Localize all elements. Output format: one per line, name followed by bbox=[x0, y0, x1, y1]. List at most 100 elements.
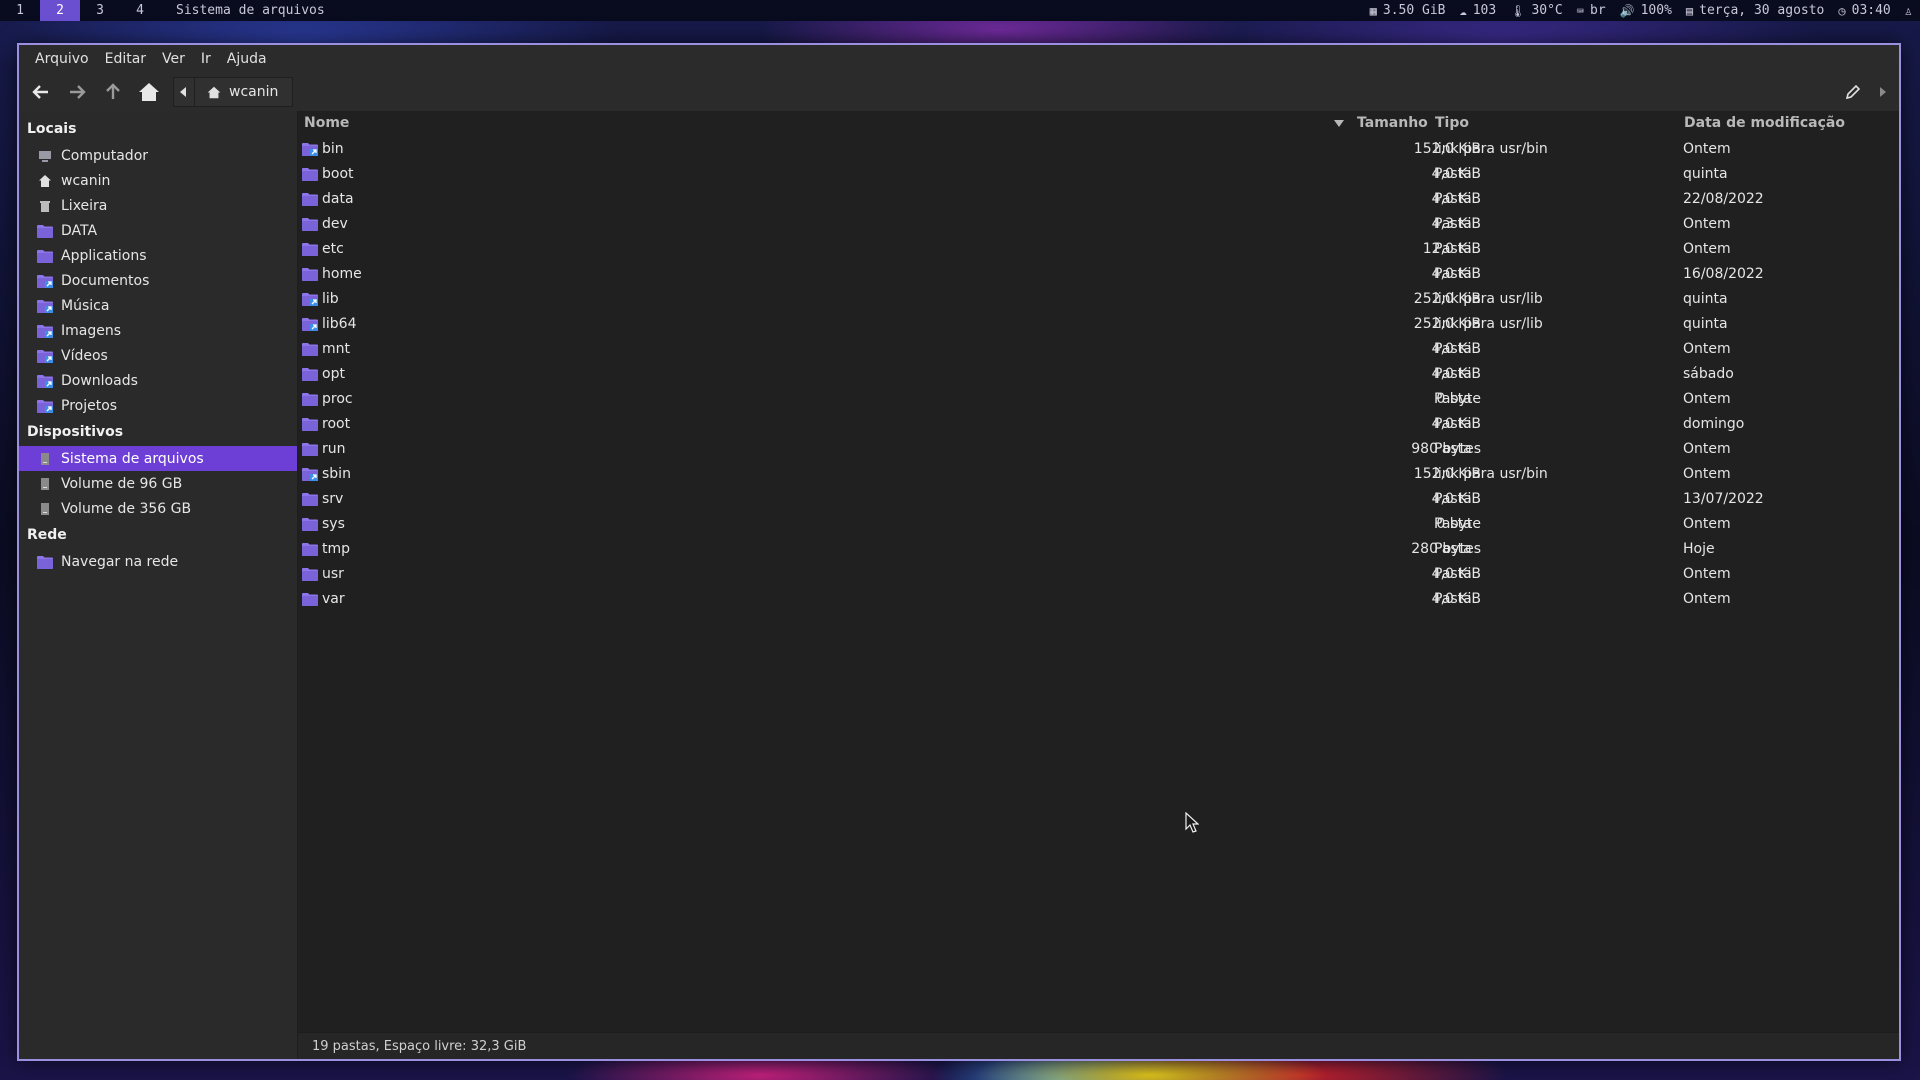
sidebar-item-volume-de-356-gb[interactable]: Volume de 356 GB bbox=[19, 496, 297, 521]
memory-value: 3.50 GiB bbox=[1382, 3, 1446, 18]
menu-editar[interactable]: Editar bbox=[97, 51, 154, 67]
sidebar-item-label: Lixeira bbox=[61, 197, 108, 214]
temperature-indicator[interactable]: 🌡 30°C bbox=[1510, 3, 1563, 18]
path-scroll-left-button[interactable] bbox=[173, 77, 195, 107]
file-row-root[interactable]: root 4,0 KiB Pasta domingo bbox=[298, 412, 1899, 437]
file-type: link para usr/lib bbox=[1434, 291, 1543, 307]
sidebar-item-applications[interactable]: Applications bbox=[19, 243, 297, 268]
sidebar-item-documentos[interactable]: Documentos bbox=[19, 268, 297, 293]
caret-left-icon bbox=[180, 87, 186, 97]
sidebar-item-label: Volume de 356 GB bbox=[61, 500, 192, 517]
file-date: Ontem bbox=[1683, 216, 1731, 232]
menu-arquivo[interactable]: Arquivo bbox=[27, 51, 97, 67]
sidebar-item-volume-de-96-gb[interactable]: Volume de 96 GB bbox=[19, 471, 297, 496]
path-scroll-right-button[interactable] bbox=[1871, 76, 1893, 108]
workspace-4[interactable]: 4 bbox=[120, 0, 160, 21]
up-button[interactable] bbox=[95, 76, 131, 108]
file-row-run[interactable]: run 980 bytes Pasta Ontem bbox=[298, 437, 1899, 462]
sidebar-item-data[interactable]: DATA bbox=[19, 218, 297, 243]
folder-icon bbox=[302, 517, 318, 535]
file-type: Pasta bbox=[1434, 191, 1472, 207]
memory-indicator[interactable]: ▦ 3.50 GiB bbox=[1370, 3, 1446, 18]
sidebar-item-wcanin[interactable]: wcanin bbox=[19, 168, 297, 193]
sidebar-item-label: Projetos bbox=[61, 397, 118, 414]
file-row-opt[interactable]: opt 4,0 KiB Pasta sábado bbox=[298, 362, 1899, 387]
updates-indicator[interactable]: ☁ 103 bbox=[1460, 3, 1497, 18]
file-type: Pasta bbox=[1434, 591, 1472, 607]
file-row-dev[interactable]: dev 4,3 KiB Pasta Ontem bbox=[298, 212, 1899, 237]
workspace-1[interactable]: 1 bbox=[0, 0, 40, 21]
file-date: Ontem bbox=[1683, 466, 1731, 482]
sidebar-item-música[interactable]: Música bbox=[19, 293, 297, 318]
file-type: Pasta bbox=[1434, 566, 1472, 582]
file-row-tmp[interactable]: tmp 280 bytes Pasta Hoje bbox=[298, 537, 1899, 562]
folder-icon bbox=[302, 443, 318, 456]
sidebar-item-downloads[interactable]: Downloads bbox=[19, 368, 297, 393]
file-name: run bbox=[322, 441, 346, 457]
edit-location-button[interactable] bbox=[1835, 76, 1871, 108]
file-row-lib[interactable]: lib 252,0 KiB link para usr/lib quinta bbox=[298, 287, 1899, 312]
file-row-boot[interactable]: boot 4,0 KiB Pasta quinta bbox=[298, 162, 1899, 187]
menu-ver[interactable]: Ver bbox=[154, 51, 193, 67]
sidebar-item-projetos[interactable]: Projetos bbox=[19, 393, 297, 418]
clock-indicator[interactable]: ◷ 03:40 bbox=[1838, 3, 1890, 18]
trash-icon bbox=[40, 200, 50, 212]
sidebar-item-imagens[interactable]: Imagens bbox=[19, 318, 297, 343]
sidebar-item-navegar-na-rede[interactable]: Navegar na rede bbox=[19, 549, 297, 574]
file-date: 13/07/2022 bbox=[1683, 491, 1764, 507]
folder-link-icon bbox=[37, 349, 53, 363]
sort-descending-icon[interactable] bbox=[1334, 116, 1344, 132]
user-icon: ♙ bbox=[1904, 3, 1912, 18]
sidebar-item-lixeira[interactable]: Lixeira bbox=[19, 193, 297, 218]
file-row-proc[interactable]: proc 0 byte Pasta Ontem bbox=[298, 387, 1899, 412]
sidebar-item-vídeos[interactable]: Vídeos bbox=[19, 343, 297, 368]
sidebar-item-label: Imagens bbox=[61, 322, 122, 339]
volume-indicator[interactable]: 🔊 100% bbox=[1620, 3, 1672, 18]
file-row-srv[interactable]: srv 4,0 KiB Pasta 13/07/2022 bbox=[298, 487, 1899, 512]
back-button[interactable] bbox=[23, 76, 59, 108]
file-date: 22/08/2022 bbox=[1683, 191, 1764, 207]
menu-ir[interactable]: Ir bbox=[193, 51, 219, 67]
file-row-var[interactable]: var 4,0 KiB Pasta Ontem bbox=[298, 587, 1899, 612]
workspace-3[interactable]: 3 bbox=[80, 0, 120, 21]
file-row-sbin[interactable]: sbin 152,0 KiB link para usr/bin Ontem bbox=[298, 462, 1899, 487]
file-date: Ontem bbox=[1683, 566, 1731, 582]
file-name: tmp bbox=[322, 541, 351, 557]
date-indicator[interactable]: ▤ terça, 30 agosto bbox=[1686, 3, 1824, 18]
file-row-lib64[interactable]: lib64 252,0 KiB link para usr/lib quinta bbox=[298, 312, 1899, 337]
folder-icon bbox=[302, 542, 318, 560]
drive-icon bbox=[37, 502, 53, 516]
path-crumb-home[interactable]: wcanin bbox=[195, 77, 294, 107]
column-size-header[interactable]: Tamanho bbox=[1357, 115, 1428, 131]
arrow-up-icon bbox=[106, 83, 120, 99]
file-name: etc bbox=[322, 241, 344, 257]
workspace-2[interactable]: 2 bbox=[40, 0, 80, 21]
file-row-bin[interactable]: bin 152,0 KiB link para usr/bin Ontem bbox=[298, 137, 1899, 162]
sidebar-item-computador[interactable]: Computador bbox=[19, 143, 297, 168]
keyboard-layout-indicator[interactable]: ⌨ br bbox=[1577, 3, 1606, 18]
folder-icon bbox=[302, 193, 318, 206]
arrow-right-icon bbox=[70, 85, 86, 99]
user-menu[interactable]: ♙ bbox=[1905, 4, 1912, 18]
folder-link-icon bbox=[302, 143, 318, 156]
file-row-etc[interactable]: etc 12,0 KiB Pasta Ontem bbox=[298, 237, 1899, 262]
file-type: Pasta bbox=[1434, 391, 1472, 407]
file-row-sys[interactable]: sys 0 byte Pasta Ontem bbox=[298, 512, 1899, 537]
file-row-usr[interactable]: usr 4,0 KiB Pasta Ontem bbox=[298, 562, 1899, 587]
file-row-mnt[interactable]: mnt 4,0 KiB Pasta Ontem bbox=[298, 337, 1899, 362]
column-type-header[interactable]: Tipo bbox=[1435, 115, 1469, 131]
top-panel: 1234 Sistema de arquivos ▦ 3.50 GiB ☁ 10… bbox=[0, 0, 1920, 21]
forward-button[interactable] bbox=[59, 76, 95, 108]
sidebar-item-sistema-de-arquivos[interactable]: Sistema de arquivos bbox=[19, 446, 297, 471]
column-date-header[interactable]: Data de modificação bbox=[1684, 115, 1845, 131]
file-type: link para usr/lib bbox=[1434, 316, 1543, 332]
folder-link-icon bbox=[302, 467, 318, 485]
file-row-home[interactable]: home 4,0 KiB Pasta 16/08/2022 bbox=[298, 262, 1899, 287]
sidebar-item-label: Documentos bbox=[61, 272, 150, 289]
folder-icon bbox=[302, 268, 318, 281]
column-name-header[interactable]: Nome bbox=[304, 115, 349, 131]
file-row-data[interactable]: data 4,0 KiB Pasta 22/08/2022 bbox=[298, 187, 1899, 212]
home-button[interactable] bbox=[131, 76, 167, 108]
menu-ajuda[interactable]: Ajuda bbox=[219, 51, 275, 67]
folder-link-icon bbox=[37, 374, 53, 388]
